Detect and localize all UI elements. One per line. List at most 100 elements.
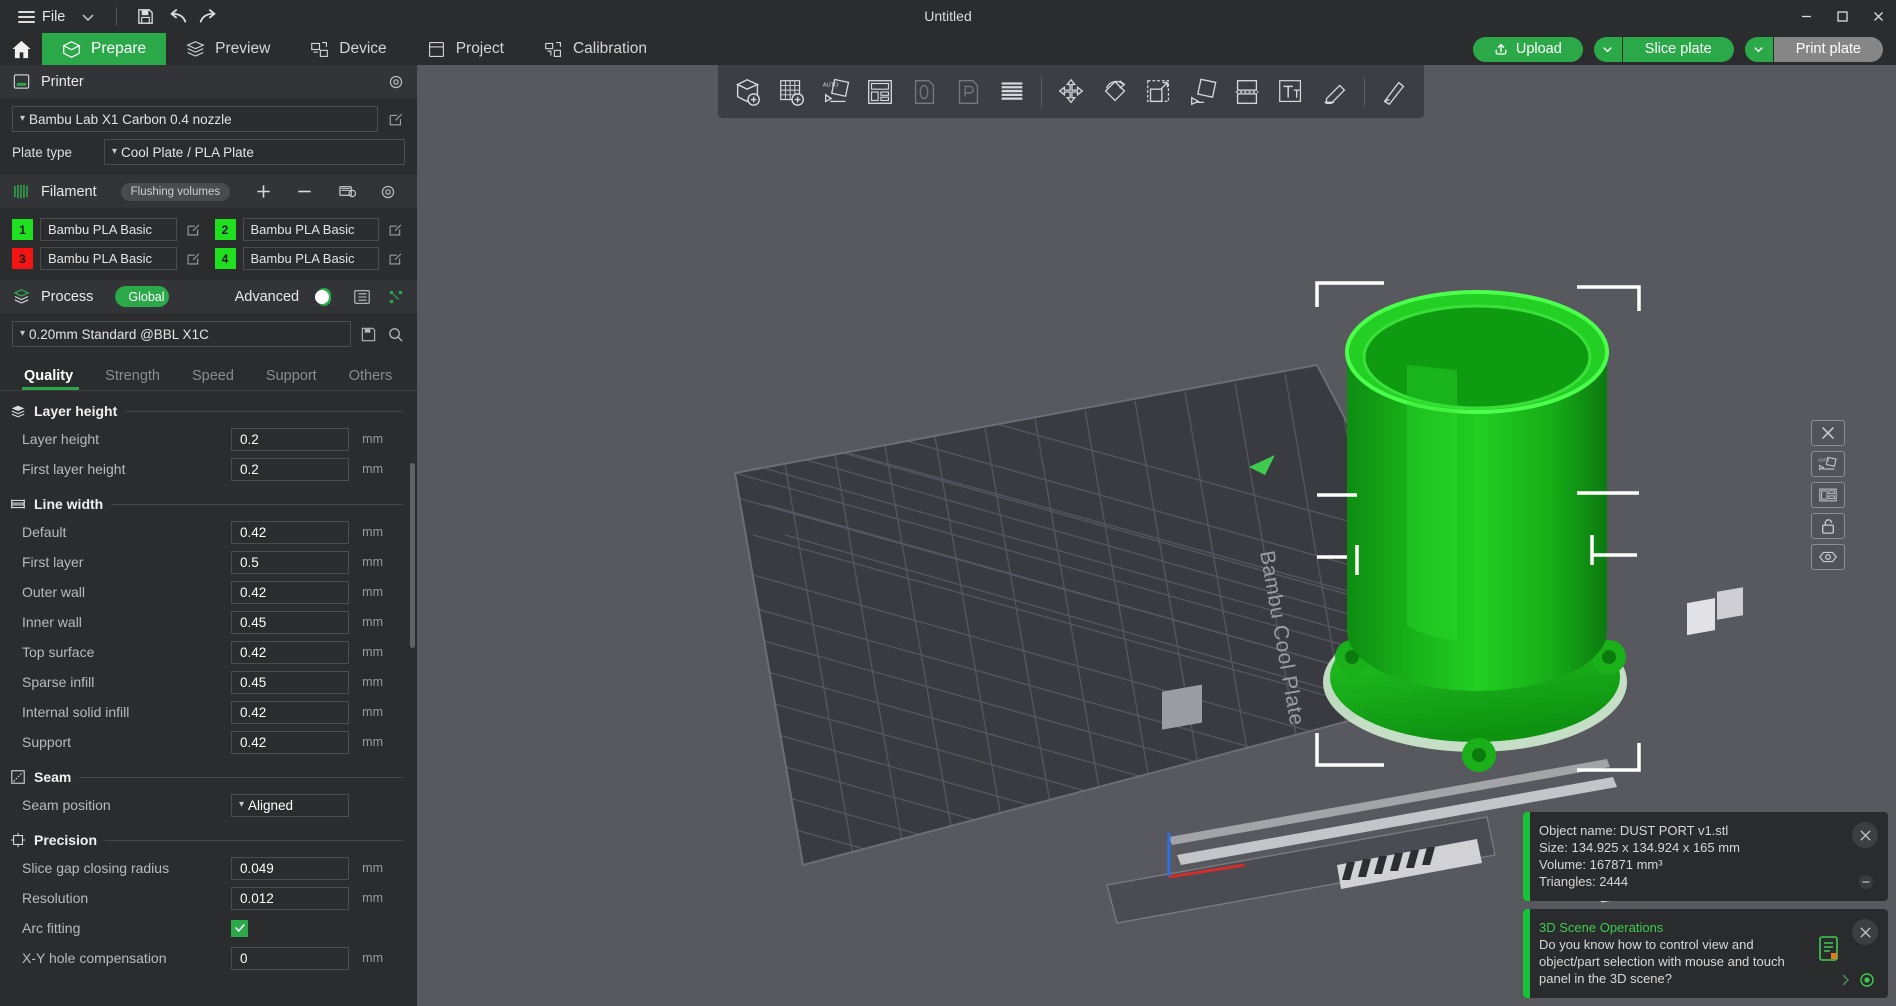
remove-filament-icon[interactable]	[295, 182, 314, 201]
param-input[interactable]: 0.5	[231, 550, 349, 574]
cut-icon[interactable]	[1225, 70, 1269, 114]
filament-edit-icon[interactable]	[184, 249, 203, 268]
hint-dot-icon[interactable]	[1860, 973, 1874, 987]
tab-calibration[interactable]: Calibration	[524, 33, 667, 65]
filament-name-combo[interactable]: Bambu PLA Basic	[242, 218, 379, 241]
param-group-title: Seam	[34, 769, 72, 785]
scope-global-option[interactable]: Global	[115, 286, 169, 307]
filament-color-swatch[interactable]: 2	[214, 219, 236, 240]
plate-type-combo[interactable]: ▾ Cool Plate / PLA Plate	[104, 139, 405, 165]
close-icon[interactable]	[1852, 919, 1878, 945]
auto-arrange-icon[interactable]: AUTO	[1811, 451, 1845, 477]
filament-edit-icon[interactable]	[184, 220, 203, 239]
filament-name-combo[interactable]: Bambu PLA Basic	[40, 218, 177, 241]
parameter-list-icon[interactable]	[353, 288, 371, 306]
sidebar-scrollbar[interactable]	[410, 463, 415, 648]
close-icon[interactable]	[1852, 822, 1878, 848]
process-scope-switch[interactable]: Global Objects	[115, 286, 169, 307]
param-checkbox[interactable]	[231, 919, 248, 937]
filament-color-swatch[interactable]: 4	[214, 248, 236, 269]
maximize-icon[interactable]	[1824, 0, 1860, 33]
param-unit: mm	[362, 525, 383, 539]
tab-strength[interactable]: Strength	[89, 365, 176, 390]
text-emboss-icon[interactable]	[1269, 70, 1313, 114]
printer-settings-gear-icon[interactable]	[387, 73, 405, 91]
slice-plate-button[interactable]: Slice plate	[1622, 36, 1734, 62]
param-combo[interactable]: ▾ Aligned	[231, 793, 349, 817]
param-input[interactable]: 0.049	[231, 856, 349, 880]
param-input[interactable]: 0.42	[231, 730, 349, 754]
file-menu-button[interactable]: File	[12, 0, 71, 33]
layers-slider-icon[interactable]	[990, 70, 1034, 114]
filament-color-swatch[interactable]: 1	[12, 219, 33, 240]
flushing-volumes-button[interactable]: Flushing volumes	[120, 182, 231, 201]
minimize-icon[interactable]	[1788, 0, 1824, 33]
param-input[interactable]: 0.45	[231, 670, 349, 694]
param-input[interactable]: 0.2	[231, 427, 349, 451]
param-input[interactable]: 0.45	[231, 610, 349, 634]
place-on-face-icon[interactable]	[946, 70, 990, 114]
flatten-icon[interactable]	[1181, 70, 1225, 114]
filament-edit-icon[interactable]	[386, 249, 405, 268]
seam-paint-icon[interactable]	[1372, 70, 1416, 114]
compare-presets-icon[interactable]	[387, 288, 405, 306]
slice-plate-dropdown-icon[interactable]	[1593, 36, 1622, 62]
param-input[interactable]: 0.42	[231, 640, 349, 664]
split-layout-icon[interactable]	[858, 70, 902, 114]
param-input[interactable]: 0	[231, 946, 349, 970]
search-preset-icon[interactable]	[386, 325, 405, 344]
close-icon[interactable]	[1860, 0, 1896, 33]
param-input[interactable]: 0.2	[231, 457, 349, 481]
arrange-icon[interactable]	[770, 70, 814, 114]
hint-doc-icon[interactable]	[1816, 935, 1842, 963]
printer-edit-icon[interactable]	[386, 110, 405, 129]
home-icon[interactable]	[0, 33, 42, 65]
collapse-notification-icon[interactable]	[1858, 874, 1874, 890]
sync-filament-icon[interactable]	[338, 182, 357, 201]
param-input[interactable]: 0.42	[231, 520, 349, 544]
undo-icon[interactable]	[162, 0, 192, 33]
filament-name-combo[interactable]: Bambu PLA Basic	[40, 247, 177, 270]
upload-button[interactable]: Upload	[1472, 36, 1583, 62]
process-preset-combo[interactable]: ▾ 0.20mm Standard @BBL X1C	[12, 321, 351, 347]
param-input[interactable]: 0.012	[231, 886, 349, 910]
next-hint-icon[interactable]	[1838, 973, 1852, 987]
tab-support[interactable]: Support	[250, 365, 333, 390]
plate-settings-icon[interactable]	[1811, 482, 1845, 508]
tab-prepare[interactable]: Prepare	[42, 33, 167, 65]
param-input[interactable]: 0.42	[231, 700, 349, 724]
delete-icon[interactable]	[1811, 420, 1845, 446]
rotate-icon[interactable]	[1093, 70, 1137, 114]
lock-icon[interactable]	[1811, 513, 1845, 539]
tab-quality[interactable]: Quality	[12, 365, 89, 390]
print-plate-dropdown-icon[interactable]	[1744, 36, 1773, 62]
printer-preset-combo[interactable]: ▾ Bambu Lab X1 Carbon 0.4 nozzle	[12, 106, 378, 132]
add-filament-icon[interactable]	[254, 182, 273, 201]
visibility-icon[interactable]	[1811, 544, 1845, 570]
print-plate-button[interactable]: Print plate	[1773, 36, 1883, 62]
auto-orient-icon[interactable]: AUTO	[814, 70, 858, 114]
process-tab-row: Quality Strength Speed Support Others	[0, 365, 417, 390]
filament-color-swatch[interactable]: 3	[12, 248, 33, 269]
3d-viewport[interactable]: Bambu Cool Plate AUTO AUTO Object name: …	[417, 65, 1896, 1006]
param-input[interactable]: 0.42	[231, 580, 349, 604]
filament-edit-icon[interactable]	[386, 220, 405, 239]
variable-layer-height-icon[interactable]	[902, 70, 946, 114]
save-icon[interactable]	[130, 0, 160, 33]
tab-others[interactable]: Others	[333, 365, 409, 390]
filament-name-combo[interactable]: Bambu PLA Basic	[242, 247, 379, 270]
advanced-toggle[interactable]	[315, 287, 331, 306]
filament-settings-gear-icon[interactable]	[379, 183, 397, 201]
scale-icon[interactable]	[1137, 70, 1181, 114]
support-paint-icon[interactable]	[1313, 70, 1357, 114]
redo-icon[interactable]	[194, 0, 224, 33]
tab-speed[interactable]: Speed	[176, 365, 250, 390]
save-preset-icon[interactable]	[359, 325, 378, 344]
move-icon[interactable]	[1049, 70, 1093, 114]
menu-chevron-down-icon[interactable]	[73, 0, 103, 33]
chevron-down-icon: ▾	[20, 328, 26, 339]
add-object-icon[interactable]	[726, 70, 770, 114]
tab-device[interactable]: Device	[290, 33, 406, 65]
tab-preview[interactable]: Preview	[166, 33, 290, 65]
tab-project[interactable]: Project	[407, 33, 524, 65]
